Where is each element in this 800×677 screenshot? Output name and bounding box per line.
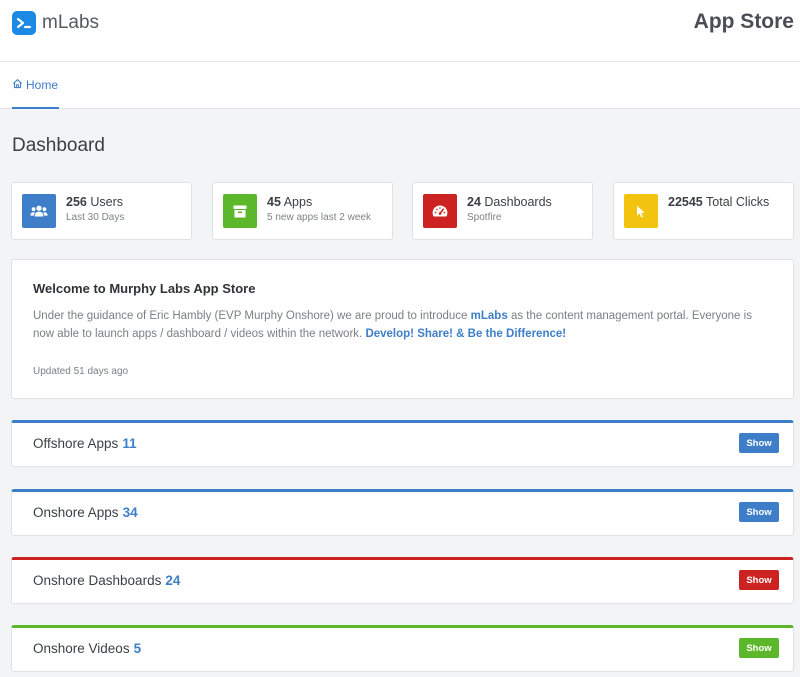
brand-name: mLabs — [42, 12, 100, 33]
section-offshore-apps: Offshore Apps 11 Show — [11, 420, 794, 467]
stat-apps-label: Apps — [283, 195, 313, 209]
pointer-icon — [624, 194, 658, 228]
section-onshore-dashboards: Onshore Dashboards 24 Show — [11, 557, 794, 604]
gauge-icon — [423, 194, 457, 228]
nav-home-label: Home — [26, 77, 59, 92]
section-onshore-apps: Onshore Apps 34 Show — [11, 489, 794, 536]
users-icon — [22, 194, 56, 228]
stat-apps-value: 45 — [267, 195, 281, 209]
stat-clicks-label: Total Clicks — [706, 195, 770, 209]
section-onshore-dashboards-count: 24 — [165, 573, 181, 588]
welcome-body: Under the guidance of Eric Hambly (EVP M… — [33, 307, 773, 343]
welcome-brand-link[interactable]: mLabs — [471, 310, 508, 322]
section-onshore-apps-label: Onshore Apps — [33, 505, 119, 520]
stat-card-dashboards: 24 Dashboards Spotfire — [412, 182, 593, 240]
box-icon — [223, 194, 257, 228]
nav-bar: Home — [0, 62, 800, 109]
stat-dashboards-label: Dashboards — [484, 195, 552, 209]
section-onshore-videos-label: Onshore Videos — [33, 641, 130, 656]
stat-apps-sub: 5 new apps last 2 week — [267, 212, 371, 223]
stat-card-apps: 45 Apps 5 new apps last 2 week — [212, 182, 393, 240]
onshore-dashboards-show-button[interactable]: Show — [739, 570, 779, 590]
welcome-panel: Welcome to Murphy Labs App Store Under t… — [11, 259, 794, 399]
stat-users-value: 256 — [66, 195, 87, 209]
page-title: Dashboard — [12, 135, 105, 156]
terminal-icon — [12, 11, 36, 35]
top-bar: mLabs App Store — [0, 0, 800, 62]
section-onshore-videos-count: 5 — [133, 641, 142, 656]
section-onshore-apps-count: 34 — [122, 505, 138, 520]
offshore-apps-show-button[interactable]: Show — [739, 433, 779, 453]
nav-home-tab[interactable]: Home — [12, 62, 60, 109]
brand[interactable]: mLabs — [12, 11, 99, 35]
home-icon — [12, 78, 26, 92]
section-offshore-apps-label: Offshore Apps — [33, 436, 119, 451]
stat-users-label: Users — [90, 195, 123, 209]
stat-dashboards-value: 24 — [467, 195, 481, 209]
onshore-videos-show-button[interactable]: Show — [739, 638, 779, 658]
stat-card-clicks: 22545 Total Clicks — [613, 182, 794, 240]
app-title: App Store — [693, 10, 794, 33]
stat-clicks-value: 22545 — [668, 195, 703, 209]
stat-dashboards-sub: Spotfire — [467, 212, 502, 223]
stat-users-sub: Last 30 Days — [66, 212, 125, 223]
onshore-apps-show-button[interactable]: Show — [739, 502, 779, 522]
section-onshore-videos: Onshore Videos 5 Show — [11, 625, 794, 672]
section-offshore-apps-count: 11 — [122, 436, 137, 451]
welcome-updated: Updated 51 days ago — [33, 366, 129, 377]
section-onshore-dashboards-label: Onshore Dashboards — [33, 573, 162, 588]
stat-card-users: 256 Users Last 30 Days — [11, 182, 192, 240]
welcome-title: Welcome to Murphy Labs App Store — [33, 281, 256, 296]
welcome-cta: Develop! Share! & Be the Difference! — [365, 328, 567, 340]
welcome-body-part-1: Under the guidance of Eric Hambly (EVP M… — [33, 310, 468, 322]
